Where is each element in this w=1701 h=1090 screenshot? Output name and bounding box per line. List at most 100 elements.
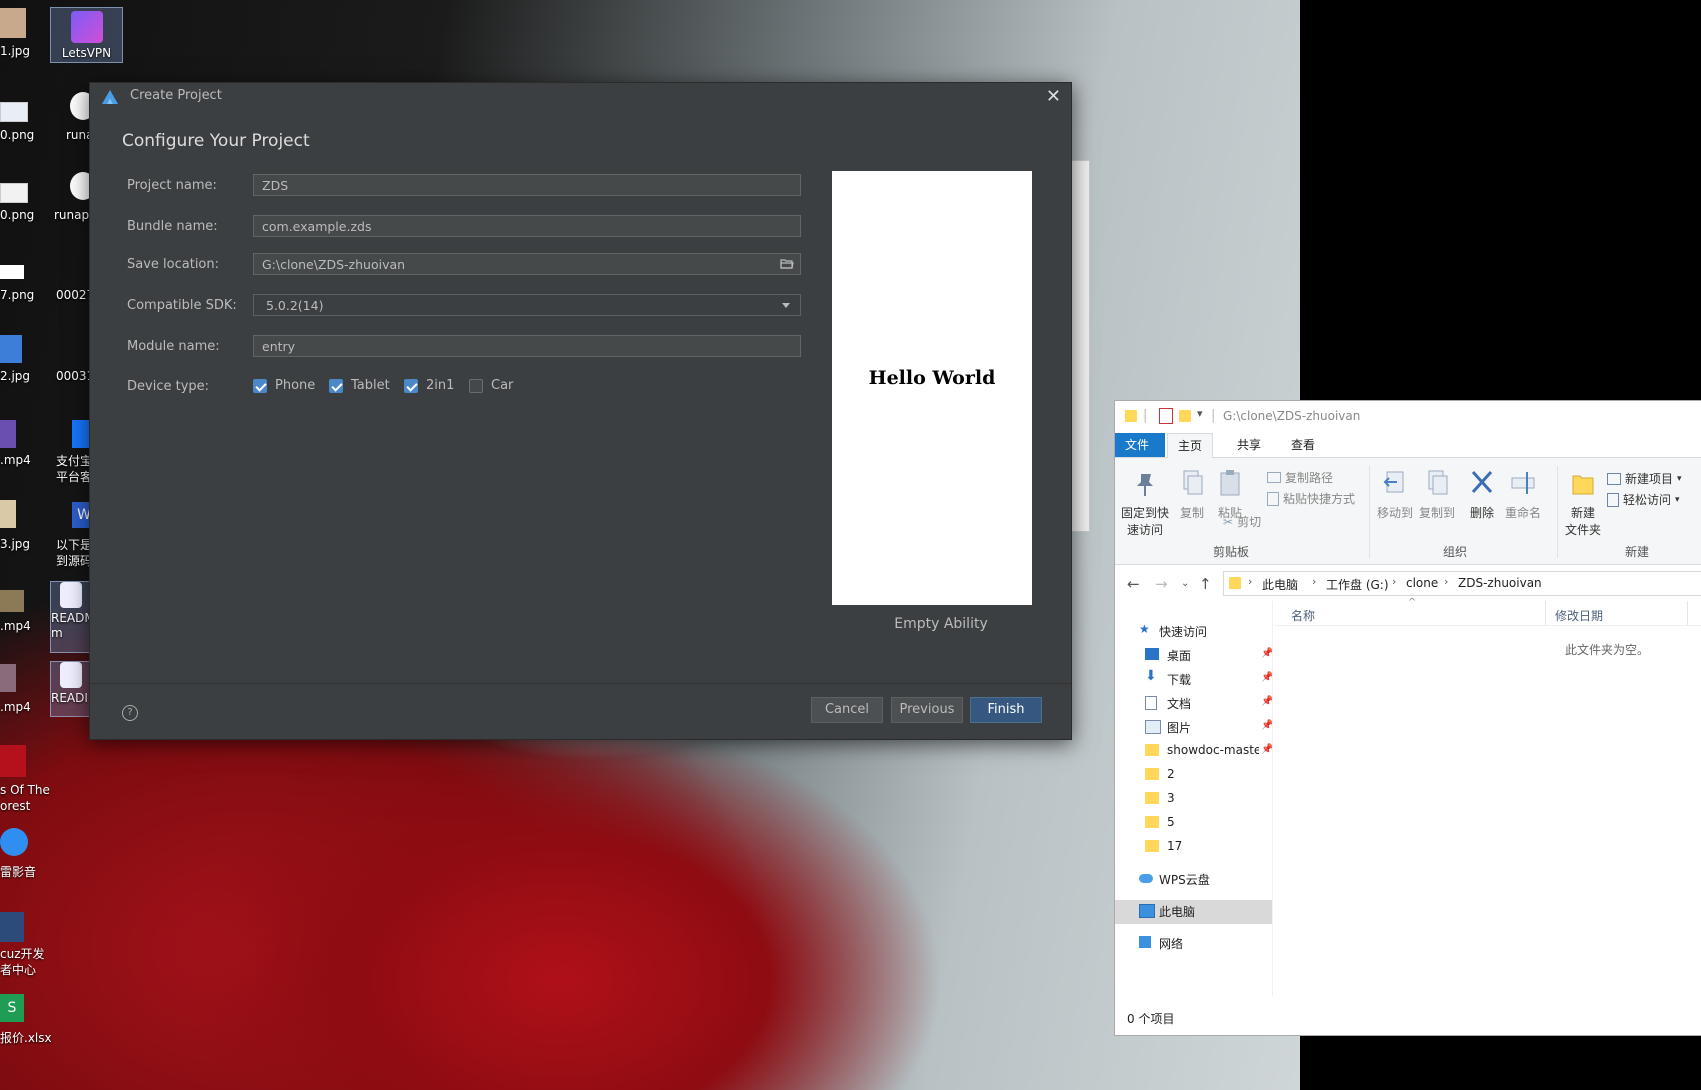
column-separator[interactable] xyxy=(1545,601,1546,625)
game-icon[interactable] xyxy=(0,745,26,777)
nav-network[interactable]: 网络 xyxy=(1115,932,1272,954)
nav-showdoc[interactable]: showdoc-maste 📌 xyxy=(1115,740,1273,762)
pin-quick-access-button[interactable]: 固定到快 速访问 xyxy=(1119,468,1171,539)
device-2in1-checkbox[interactable]: 2in1 xyxy=(404,378,454,393)
desktop-icon-label[interactable]: cuz开发 者中心 xyxy=(0,946,45,978)
cancel-button[interactable]: Cancel xyxy=(811,697,883,723)
column-separator[interactable] xyxy=(1687,601,1688,625)
breadcrumb-zds[interactable]: ZDS-zhuoivan xyxy=(1458,576,1542,590)
nav-this-pc[interactable]: 此电脑 xyxy=(1115,900,1272,924)
help-icon[interactable]: ? xyxy=(122,705,138,721)
checkbox-checked-icon[interactable] xyxy=(404,378,418,393)
desktop-icon-readme-2[interactable]: READI xyxy=(50,661,92,717)
bundle-name-input[interactable]: com.example.zds xyxy=(253,215,801,237)
video-file-icon[interactable] xyxy=(0,590,24,612)
desktop-icon-label[interactable]: 雷影音 xyxy=(0,863,36,880)
module-name-input[interactable]: entry xyxy=(253,335,801,357)
column-modified[interactable]: 修改日期 xyxy=(1555,607,1603,624)
tab-home[interactable]: 主页 xyxy=(1167,433,1214,459)
desktop-icon-label[interactable]: s Of The orest xyxy=(0,782,50,814)
desktop-icon-label[interactable]: .mp4 xyxy=(0,700,31,714)
device-tablet-checkbox[interactable]: Tablet xyxy=(329,378,390,393)
chevron-right-icon[interactable]: › xyxy=(1392,575,1396,588)
tab-view[interactable]: 查看 xyxy=(1281,433,1325,457)
desktop-icon-label[interactable]: 3.jpg xyxy=(0,537,30,551)
nav-documents[interactable]: 文档 📌 xyxy=(1115,692,1273,714)
breadcrumb-drive-g[interactable]: 工作盘 (G:) xyxy=(1326,576,1389,593)
image-file-icon[interactable] xyxy=(0,8,26,38)
compatible-sdk-select[interactable]: 5.0.2(14) xyxy=(253,294,801,316)
device-phone-checkbox[interactable]: Phone xyxy=(253,378,315,393)
tab-share[interactable]: 共享 xyxy=(1227,433,1271,457)
tab-file[interactable]: 文件 xyxy=(1115,433,1165,457)
image-file-icon[interactable] xyxy=(0,102,28,122)
pane-divider[interactable] xyxy=(1272,601,1273,996)
properties-icon[interactable] xyxy=(1159,408,1173,424)
desktop-icon-label[interactable]: 2.jpg xyxy=(0,369,30,383)
copy-button[interactable]: 复制 xyxy=(1175,468,1209,522)
column-name[interactable]: 名称 xyxy=(1291,607,1315,624)
spreadsheet-icon[interactable]: S xyxy=(0,994,24,1022)
image-file-icon[interactable] xyxy=(0,183,28,203)
new-folder-button[interactable]: 新建 文件夹 xyxy=(1561,468,1605,539)
recent-locations-chevron-icon[interactable]: ⌄ xyxy=(1181,578,1189,589)
finish-button[interactable]: Finish xyxy=(970,697,1042,723)
forward-arrow-icon[interactable]: → xyxy=(1155,575,1168,593)
delete-button[interactable]: 删除 xyxy=(1465,468,1499,522)
project-name-input[interactable]: ZDS xyxy=(253,174,801,196)
image-file-icon[interactable] xyxy=(0,335,22,363)
nav-folder-2[interactable]: 2 xyxy=(1115,764,1272,786)
new-folder-icon[interactable] xyxy=(1179,410,1191,422)
desktop-icon-label[interactable]: .mp4 xyxy=(0,619,31,633)
desktop-icon-letsvpn[interactable]: LetsVPN xyxy=(50,7,123,63)
desktop-icon-label[interactable]: 1.jpg xyxy=(0,44,30,58)
image-file-icon[interactable] xyxy=(0,265,24,279)
desktop-icon-label[interactable]: runap xyxy=(54,208,89,222)
video-file-icon[interactable] xyxy=(0,664,16,692)
desktop-icon-label[interactable]: 0.png xyxy=(0,208,34,222)
nav-wps-cloud[interactable]: WPS云盘 xyxy=(1115,868,1272,890)
desktop-icon-label[interactable]: 支付宝 平台客 xyxy=(56,453,92,485)
new-item-button[interactable]: 新建项目 ▾ xyxy=(1607,470,1682,487)
chevron-right-icon[interactable]: › xyxy=(1444,575,1448,588)
move-to-button[interactable]: 移动到 xyxy=(1375,468,1415,522)
rename-button[interactable]: 重命名 xyxy=(1503,468,1543,522)
nav-desktop[interactable]: 桌面 📌 xyxy=(1115,644,1273,666)
desktop-icon-label[interactable]: .mp4 xyxy=(0,453,31,467)
dialog-titlebar[interactable]: Create Project ✕ xyxy=(90,83,1071,110)
nav-pictures[interactable]: 图片 📌 xyxy=(1115,716,1273,738)
checkbox-checked-icon[interactable] xyxy=(329,378,343,393)
desktop-icon-label[interactable]: 以下是 到源码 xyxy=(56,537,92,569)
breadcrumb-this-pc[interactable]: 此电脑 xyxy=(1262,576,1298,593)
paste-shortcut-button[interactable]: 粘贴快捷方式 xyxy=(1267,490,1355,507)
device-car-checkbox[interactable]: Car xyxy=(469,378,513,393)
desktop-icon-label[interactable]: 0.png xyxy=(0,128,34,142)
close-icon[interactable]: ✕ xyxy=(1046,86,1061,107)
checkbox-unchecked-icon[interactable] xyxy=(469,378,483,393)
discuz-icon[interactable] xyxy=(0,912,24,942)
video-file-icon[interactable] xyxy=(0,420,16,448)
cut-button[interactable]: ✂ 剪切 xyxy=(1223,513,1261,530)
desktop-icon-label[interactable]: 7.png xyxy=(0,288,34,302)
folder-browse-icon[interactable] xyxy=(780,258,794,270)
copy-path-button[interactable]: 复制路径 xyxy=(1267,469,1333,486)
nav-quick-access[interactable]: ★ 快速访问 xyxy=(1115,620,1272,642)
desktop-icon-label[interactable]: 报价.xlsx xyxy=(0,1029,52,1046)
up-arrow-icon[interactable]: ↑ xyxy=(1199,575,1212,593)
nav-folder-17[interactable]: 17 xyxy=(1115,836,1272,858)
thunder-player-icon[interactable] xyxy=(0,828,28,856)
desktop-icon-readme[interactable]: READM m xyxy=(50,581,95,653)
previous-button[interactable]: Previous xyxy=(891,697,963,723)
copy-to-button[interactable]: 复制到 xyxy=(1417,468,1457,522)
image-file-icon[interactable] xyxy=(0,500,16,528)
checkbox-checked-icon[interactable] xyxy=(253,378,267,393)
chevron-right-icon[interactable]: › xyxy=(1312,575,1316,588)
breadcrumb-clone[interactable]: clone xyxy=(1406,576,1438,590)
nav-folder-3[interactable]: 3 xyxy=(1115,788,1272,810)
back-arrow-icon[interactable]: ← xyxy=(1127,575,1140,593)
nav-folder-5[interactable]: 5 xyxy=(1115,812,1272,834)
easy-access-button[interactable]: 轻松访问 ▾ xyxy=(1607,491,1680,508)
address-bar[interactable]: › 此电脑 › 工作盘 (G:) › clone › ZDS-zhuoivan xyxy=(1223,571,1701,596)
save-location-input[interactable]: G:\clone\ZDS-zhuoivan xyxy=(253,253,801,275)
nav-downloads[interactable]: ⬇ 下载 📌 xyxy=(1115,668,1273,690)
